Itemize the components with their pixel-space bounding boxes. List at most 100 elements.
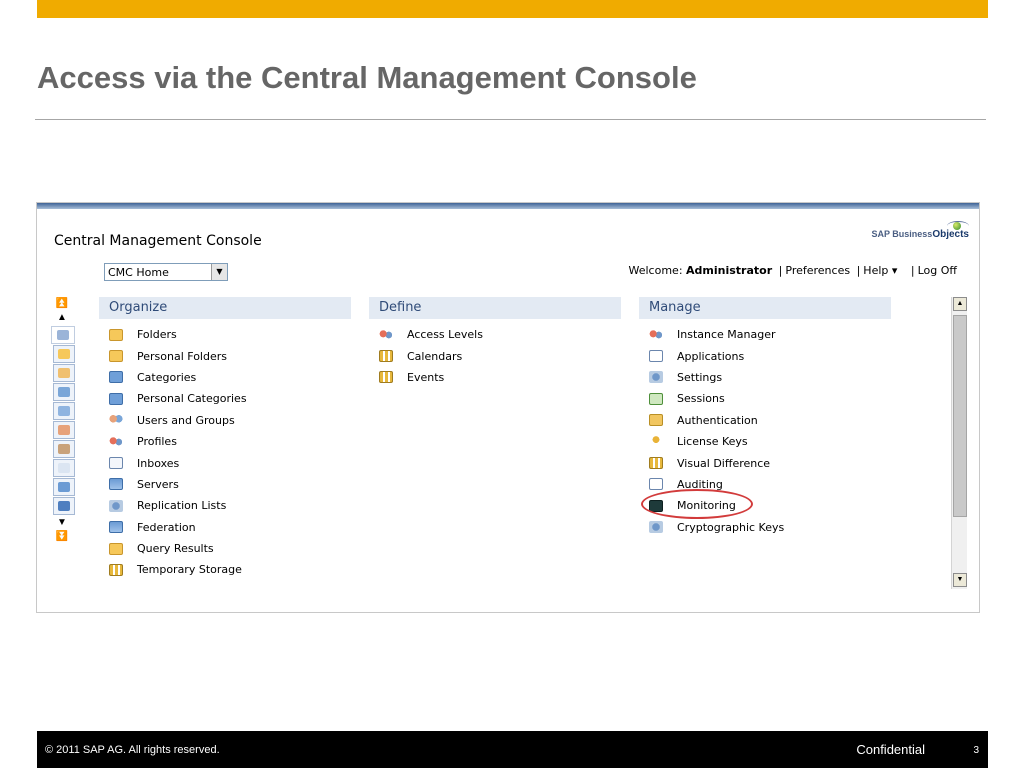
list-item-calendars[interactable]: Calendars (369, 345, 621, 366)
folder-icon (109, 328, 123, 341)
item-label: Access Levels (407, 328, 483, 342)
side-btn-profiles[interactable] (53, 440, 75, 458)
users-icon (109, 414, 123, 427)
logoff-link[interactable]: Log Off (918, 264, 957, 277)
side-btn-inboxes[interactable] (53, 459, 75, 477)
vertical-scrollbar[interactable]: ▲ ▼ (951, 297, 967, 589)
cryptographic-keys-icon (649, 521, 663, 534)
list-item-license-keys[interactable]: License Keys (639, 431, 891, 452)
list-item-query-results[interactable]: Query Results (99, 538, 351, 559)
calendar-icon (379, 350, 393, 363)
list-item-federation[interactable]: Federation (99, 517, 351, 538)
window-top-bar (37, 203, 979, 209)
side-btn-categories[interactable] (53, 383, 75, 401)
personal-folder-icon (109, 350, 123, 363)
home-icon (57, 330, 69, 340)
list-item-authentication[interactable]: Authentication (639, 410, 891, 431)
list-item-categories[interactable]: Categories (99, 367, 351, 388)
manage-header: Manage (639, 297, 891, 319)
item-label: License Keys (677, 435, 748, 449)
side-btn-personal-folders[interactable] (53, 364, 75, 382)
scroll-top-icon[interactable]: ⏫ (55, 297, 69, 311)
logo-text-a: SAP Business (871, 229, 933, 239)
side-btn-personal-categories[interactable] (53, 402, 75, 420)
item-label: Inboxes (137, 456, 180, 470)
welcome-bar: Welcome: Administrator | Preferences | Hel… (629, 264, 958, 277)
categories-icon (109, 371, 123, 384)
item-label: Sessions (677, 392, 725, 406)
scroll-down-icon[interactable]: ▼ (55, 516, 69, 530)
side-btn-home[interactable] (51, 326, 75, 344)
list-item-visual-difference[interactable]: Visual Difference (639, 452, 891, 473)
personal-folder-icon (58, 368, 70, 378)
monitoring-highlight-circle (641, 489, 753, 519)
users-icon (58, 425, 70, 435)
cmc-home-select[interactable]: CMC Home ▼ (104, 263, 228, 281)
scroll-bottom-icon[interactable]: ⏬ (55, 530, 69, 544)
user-name: Administrator (686, 264, 773, 277)
list-item-temporary-storage[interactable]: Temporary Storage (99, 559, 351, 580)
list-item-folders[interactable]: Folders (99, 324, 351, 345)
title-divider (35, 119, 986, 120)
cmc-screenshot: Central Management Console SAP BusinessO… (36, 202, 980, 613)
list-item-personal-categories[interactable]: Personal Categories (99, 388, 351, 409)
logo-ball-icon (953, 222, 961, 230)
list-item-inboxes[interactable]: Inboxes (99, 452, 351, 473)
list-item-applications[interactable]: Applications (639, 345, 891, 366)
scroll-down-icon[interactable]: ▼ (953, 573, 967, 587)
item-label: Applications (677, 349, 745, 363)
item-label: Users and Groups (137, 413, 235, 427)
item-label: Federation (137, 520, 196, 534)
server-icon (58, 482, 70, 492)
define-list: Access Levels Calendars Events (369, 319, 621, 388)
auditing-icon (649, 478, 663, 491)
side-btn-replication[interactable] (53, 497, 75, 515)
scroll-up-icon[interactable]: ▲ (55, 311, 69, 325)
slide-title: Access via the Central Management Consol… (37, 60, 697, 95)
home-select-value: CMC Home (108, 266, 169, 279)
list-item-settings[interactable]: Settings (639, 367, 891, 388)
chevron-down-icon[interactable]: ▼ (211, 264, 227, 280)
side-btn-servers[interactable] (53, 478, 75, 496)
inbox-icon (58, 463, 70, 473)
sap-businessobjects-logo: SAP BusinessObjects (871, 221, 969, 240)
inbox-icon (109, 457, 123, 470)
list-item-replication-lists[interactable]: Replication Lists (99, 495, 351, 516)
list-item-personal-folders[interactable]: Personal Folders (99, 345, 351, 366)
item-label: Authentication (677, 413, 758, 427)
side-btn-users[interactable] (53, 421, 75, 439)
temporary-storage-icon (109, 563, 123, 576)
query-results-icon (109, 542, 123, 555)
personal-categories-icon (109, 392, 123, 405)
item-label: Categories (137, 370, 197, 384)
top-accent-bar (37, 0, 988, 18)
scroll-up-icon[interactable]: ▲ (953, 297, 967, 311)
item-label: Events (407, 370, 445, 384)
item-label: Personal Folders (137, 349, 227, 363)
define-column: Define Access Levels Calendars Events (369, 297, 621, 388)
item-label: Query Results (137, 542, 214, 556)
organize-header: Organize (99, 297, 351, 319)
list-item-access-levels[interactable]: Access Levels (369, 324, 621, 345)
replication-icon (58, 501, 70, 511)
side-btn-folders[interactable] (53, 345, 75, 363)
instance-manager-icon (649, 328, 663, 341)
organize-column: Organize Folders Personal Folders Catego… (99, 297, 351, 581)
side-toolbar: ⏫ ▲ ▼ ⏬ (49, 297, 75, 577)
list-item-servers[interactable]: Servers (99, 474, 351, 495)
item-label: Visual Difference (677, 456, 771, 470)
help-menu[interactable]: Help ▾ (863, 264, 897, 277)
list-item-sessions[interactable]: Sessions (639, 388, 891, 409)
list-item-cryptographic-keys[interactable]: Cryptographic Keys (639, 517, 891, 538)
scrollbar-thumb[interactable] (953, 315, 967, 517)
item-label: Calendars (407, 349, 463, 363)
list-item-profiles[interactable]: Profiles (99, 431, 351, 452)
server-icon (109, 478, 123, 491)
item-label: Folders (137, 328, 177, 342)
list-item-instance-manager[interactable]: Instance Manager (639, 324, 891, 345)
list-item-users-and-groups[interactable]: Users and Groups (99, 410, 351, 431)
folder-icon (58, 349, 70, 359)
sessions-icon (649, 392, 663, 405)
list-item-events[interactable]: Events (369, 367, 621, 388)
preferences-link[interactable]: Preferences (785, 264, 850, 277)
